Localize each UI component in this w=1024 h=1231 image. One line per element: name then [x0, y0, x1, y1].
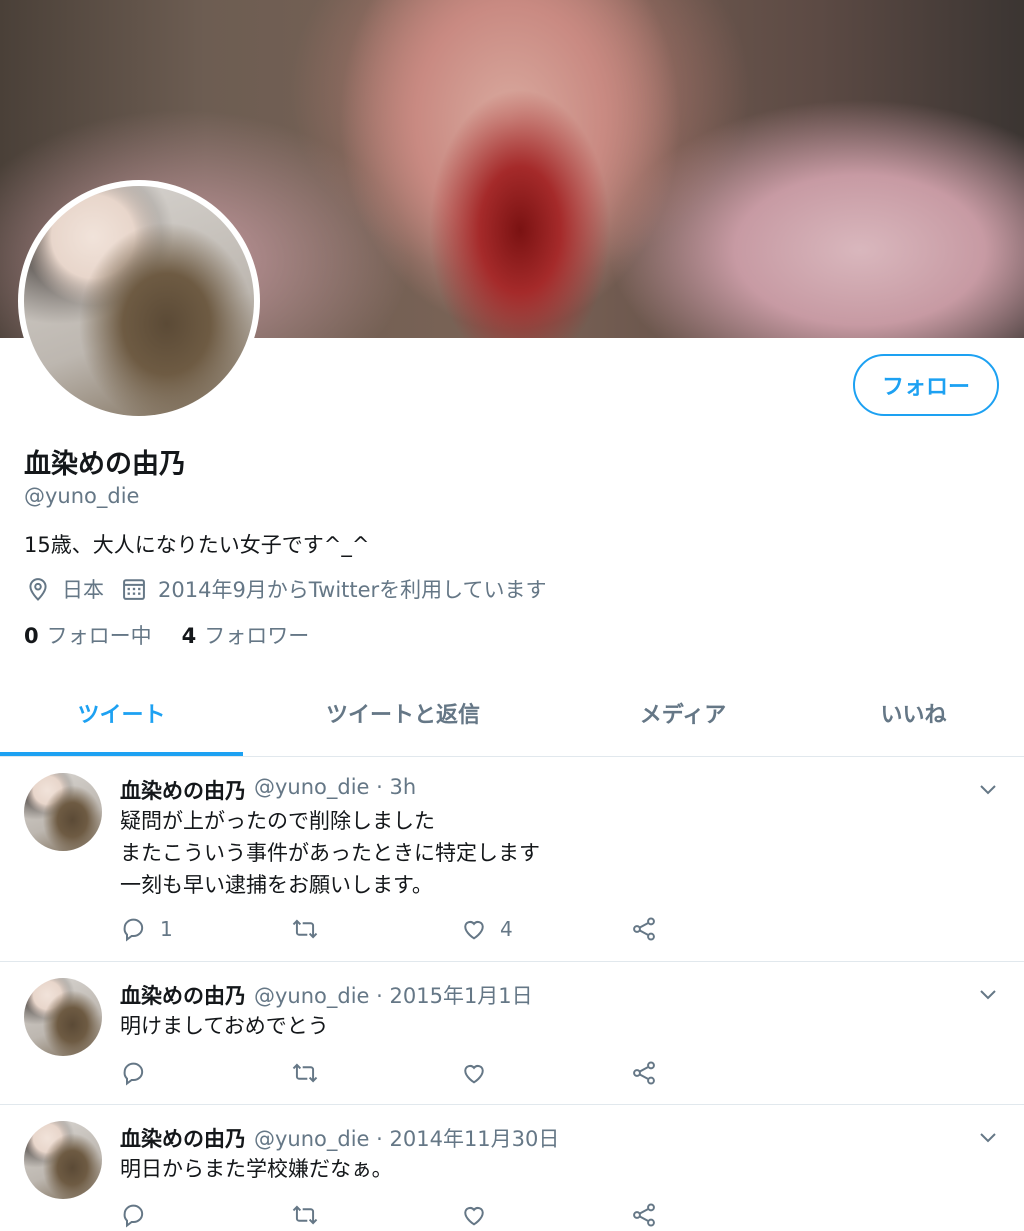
- retweet-button[interactable]: [290, 915, 332, 943]
- profile-bio: 15歳、大人になりたい女子です^_^: [24, 533, 370, 557]
- profile-avatar[interactable]: [18, 180, 260, 422]
- tweet-text: 疑問が上がったので削除しました またこういう事件があったときに特定します 一刻も…: [120, 809, 540, 897]
- chevron-down-icon[interactable]: [976, 1125, 1000, 1149]
- like-button[interactable]: [460, 1059, 500, 1087]
- share-icon: [633, 1061, 655, 1085]
- profile-meta: 日本 2014年9月からTwitterを利用しています: [24, 574, 547, 604]
- like-button[interactable]: 4: [460, 915, 513, 943]
- like-count: 4: [500, 917, 513, 941]
- followers-count: 4: [181, 624, 197, 648]
- chevron-down-icon[interactable]: [976, 982, 1000, 1006]
- retweet-icon: [292, 1063, 318, 1083]
- tweet-header: 血染めの由乃 @yuno_die · 3h: [120, 775, 416, 805]
- profile-handle: @yuno_die: [24, 484, 140, 508]
- tweet-handle-time: @yuno_die · 2015年1月1日: [254, 984, 533, 1008]
- tweet-avatar[interactable]: [24, 978, 102, 1056]
- tweet-avatar[interactable]: [24, 1121, 102, 1199]
- profile-name: 血染めの由乃: [24, 449, 186, 480]
- reply-icon: [123, 918, 144, 942]
- tweet-handle-time: @yuno_die · 2014年11月30日: [254, 1127, 560, 1151]
- retweet-button[interactable]: [290, 1201, 332, 1229]
- following-count: 0: [24, 624, 39, 648]
- like-icon: [464, 1065, 484, 1084]
- follow-button[interactable]: フォロー: [853, 354, 999, 416]
- share-icon: [633, 917, 655, 941]
- active-tab-indicator: [0, 752, 243, 756]
- tab-media[interactable]: メディア: [563, 670, 803, 756]
- calendar-icon: [120, 575, 148, 603]
- tweet[interactable]: 血染めの由乃 @yuno_die · 2014年11月30日 明日からまた学校嫌…: [0, 1105, 1024, 1231]
- following-link[interactable]: 0 フォロー中: [24, 620, 152, 650]
- reply-icon: [123, 1204, 144, 1228]
- followers-link[interactable]: 4 フォロワー: [182, 620, 310, 650]
- share-icon: [633, 1203, 655, 1227]
- tweet-header: 血染めの由乃 @yuno_die · 2015年1月1日: [120, 980, 533, 1010]
- reply-count: 1: [160, 917, 173, 941]
- following-label: フォロー中: [46, 624, 152, 648]
- tweet[interactable]: 血染めの由乃 @yuno_die · 2015年1月1日 明けましておめでとう: [0, 962, 1024, 1105]
- like-icon: [464, 1207, 484, 1226]
- share-button[interactable]: [630, 915, 658, 943]
- retweet-button[interactable]: [290, 1059, 332, 1087]
- tab-tweets-and-replies[interactable]: ツイートと返信: [243, 670, 563, 756]
- reply-button[interactable]: [120, 1059, 160, 1087]
- reply-button[interactable]: [120, 1201, 160, 1229]
- reply-icon: [123, 1062, 144, 1086]
- tab-likes[interactable]: いいね: [803, 670, 1024, 756]
- tweet-handle-time: @yuno_die · 3h: [254, 775, 417, 799]
- profile-stats: 0 フォロー中 4 フォロワー: [24, 620, 339, 650]
- tweet-header: 血染めの由乃 @yuno_die · 2014年11月30日: [120, 1123, 559, 1153]
- tab-tweets[interactable]: ツイート: [0, 670, 243, 756]
- share-button[interactable]: [630, 1201, 658, 1229]
- profile-tabs: ツイート ツイートと返信 メディア いいね: [0, 670, 1024, 757]
- profile-join-date: 2014年9月からTwitterを利用しています: [158, 578, 547, 602]
- like-icon: [464, 921, 484, 940]
- retweet-icon: [292, 919, 318, 939]
- reply-button[interactable]: 1: [120, 915, 173, 943]
- location-icon: [24, 575, 52, 603]
- share-button[interactable]: [630, 1059, 658, 1087]
- profile-location: 日本: [62, 578, 104, 602]
- tweet[interactable]: 血染めの由乃 @yuno_die · 3h 疑問が上がったので削除しました また…: [0, 757, 1024, 962]
- tweet-author-name[interactable]: 血染めの由乃: [120, 980, 246, 1010]
- followers-label: フォロワー: [204, 624, 310, 648]
- retweet-icon: [292, 1205, 318, 1225]
- tweet-text: 明けましておめでとう: [120, 1014, 329, 1038]
- tweet-author-name[interactable]: 血染めの由乃: [120, 1123, 246, 1153]
- chevron-down-icon[interactable]: [976, 777, 1000, 801]
- tweet-text: 明日からまた学校嫌だなぁ。: [120, 1157, 393, 1181]
- tweet-author-name[interactable]: 血染めの由乃: [120, 775, 246, 805]
- like-button[interactable]: [460, 1201, 500, 1229]
- tweet-avatar[interactable]: [24, 773, 102, 851]
